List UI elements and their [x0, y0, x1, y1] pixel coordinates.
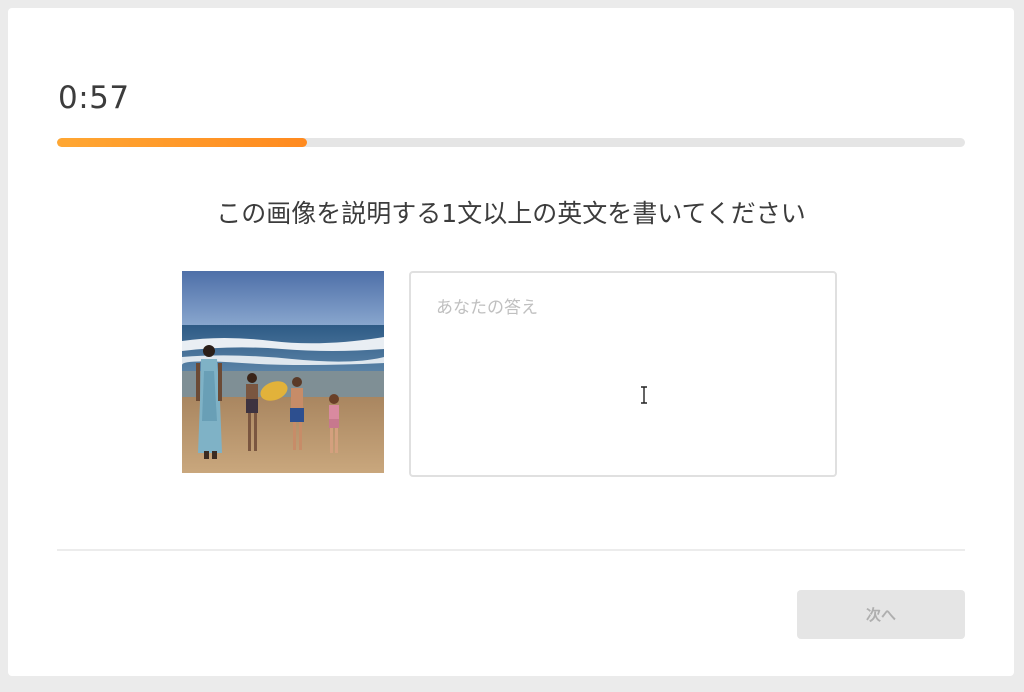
- exercise-card: 0:57 この画像を説明する1文以上の英文を書いてください あなたの答え 次へ: [8, 8, 1014, 676]
- progress-bar: [57, 138, 965, 147]
- countdown-timer: 0:57: [58, 80, 130, 116]
- next-button[interactable]: 次へ: [797, 590, 965, 639]
- answer-textarea[interactable]: [409, 271, 837, 477]
- progress-bar-fill: [57, 138, 307, 147]
- beach-photo: [182, 271, 384, 473]
- question-prompt: この画像を説明する1文以上の英文を書いてください: [216, 199, 806, 228]
- text-cursor-icon: [641, 386, 647, 404]
- footer-divider: [57, 549, 965, 551]
